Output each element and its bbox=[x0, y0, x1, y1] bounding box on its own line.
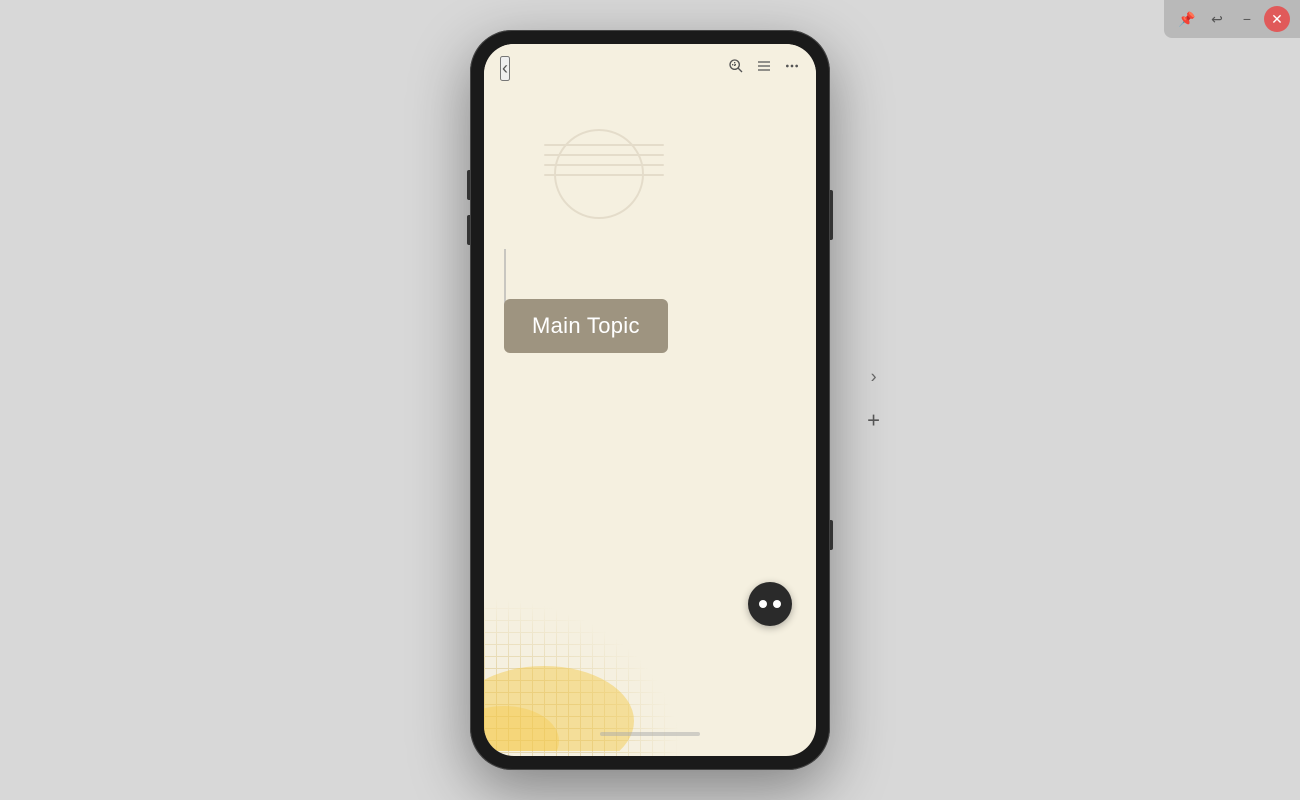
ai-eye-right bbox=[773, 600, 781, 608]
volume-down-button bbox=[467, 215, 470, 245]
minimize-button[interactable]: − bbox=[1234, 6, 1260, 32]
ai-eye-left bbox=[759, 600, 767, 608]
search-icon[interactable] bbox=[728, 58, 744, 79]
more-icon[interactable] bbox=[784, 58, 800, 79]
power-button-2 bbox=[830, 520, 833, 550]
expand-arrow[interactable]: › bbox=[871, 367, 877, 388]
ai-eyes bbox=[759, 600, 781, 608]
phone-screen: ‹ bbox=[484, 44, 816, 756]
home-indicator bbox=[600, 732, 700, 736]
app-header: ‹ bbox=[484, 44, 816, 89]
pin-icon: 📌 bbox=[1178, 11, 1195, 28]
side-controls: › + bbox=[867, 367, 880, 434]
phone-frame: ‹ bbox=[470, 30, 830, 770]
app-content: Main Topic bbox=[484, 89, 816, 756]
back-button[interactable]: ‹ bbox=[500, 56, 510, 81]
undo-button[interactable]: ↩ bbox=[1204, 6, 1230, 32]
minimize-icon: − bbox=[1243, 11, 1251, 27]
volume-up-button bbox=[467, 170, 470, 200]
power-button bbox=[830, 190, 833, 240]
undo-icon: ↩ bbox=[1211, 11, 1223, 28]
close-button[interactable]: ✕ bbox=[1264, 6, 1290, 32]
top-toolbar: 📌 ↩ − ✕ bbox=[1164, 0, 1300, 38]
close-icon: ✕ bbox=[1271, 11, 1283, 28]
phone-wrapper: ‹ bbox=[470, 30, 830, 770]
pin-button[interactable]: 📌 bbox=[1174, 6, 1200, 32]
list-icon[interactable] bbox=[756, 58, 772, 79]
main-topic-button[interactable]: Main Topic bbox=[504, 299, 668, 353]
ai-avatar-button[interactable] bbox=[748, 582, 792, 626]
stamp-decoration bbox=[544, 119, 664, 219]
add-button[interactable]: + bbox=[867, 408, 880, 434]
header-actions bbox=[728, 58, 800, 79]
